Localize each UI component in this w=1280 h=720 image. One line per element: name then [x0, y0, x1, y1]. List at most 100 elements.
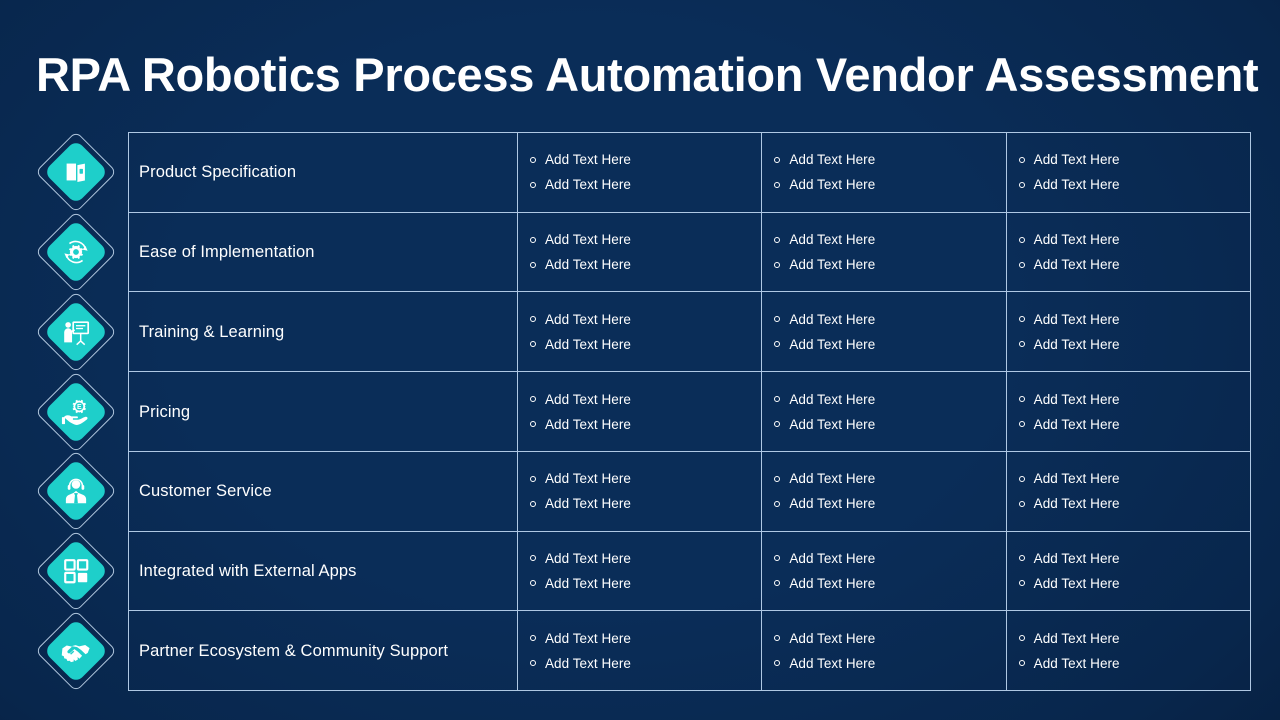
- list-item[interactable]: Add Text Here: [774, 626, 1005, 651]
- list-item[interactable]: Add Text Here: [774, 252, 1005, 277]
- list-item[interactable]: Add Text Here: [1018, 172, 1250, 197]
- placeholder-text: Add Text Here: [1033, 550, 1120, 566]
- vendor-cell-r5-c3[interactable]: Add Text Here Add Text Here: [1007, 452, 1250, 531]
- vendor-cell-r5-c2[interactable]: Add Text Here Add Text Here: [762, 451, 1007, 531]
- bullet-circle-icon: [530, 475, 536, 482]
- vendor-cell-r4-c2[interactable]: Add Text Here Add Text Here: [762, 372, 1007, 451]
- list-item[interactable]: Add Text Here: [1018, 227, 1250, 252]
- table-row: Pricing Add Text Here Add Text Here Add Tex…: [129, 372, 1250, 452]
- placeholder-text: Add Text Here: [789, 152, 876, 168]
- placeholder-text: Add Text Here: [789, 630, 876, 646]
- vendor-cell-r1-c3[interactable]: Add Text Here Add Text Here: [1007, 133, 1250, 212]
- criteria-cell-1[interactable]: Product Specification: [129, 133, 518, 212]
- bullet-circle-icon: [774, 396, 781, 403]
- list-item[interactable]: Add Text Here: [1018, 571, 1250, 596]
- placeholder-text: Add Text Here: [545, 496, 631, 512]
- list-item[interactable]: Add Text Here: [530, 626, 761, 651]
- bullet-circle-icon: [1018, 660, 1025, 667]
- placeholder-text: Add Text Here: [789, 336, 876, 352]
- placeholder-text: Add Text Here: [1033, 416, 1120, 432]
- vendor-cell-r6-c3[interactable]: Add Text Here Add Text Here: [1007, 532, 1250, 611]
- list-item[interactable]: Add Text Here: [530, 412, 761, 437]
- list-item[interactable]: Add Text Here: [1018, 491, 1250, 516]
- vendor-cell-r6-c2[interactable]: Add Text Here Add Text Here: [762, 531, 1007, 611]
- table-row: Training & Learning Add Text Here Add Text…: [129, 292, 1250, 373]
- vendor-cell-r2-c2[interactable]: Add Text Here Add Text Here: [762, 212, 1007, 292]
- bullet-circle-icon: [1018, 316, 1025, 323]
- vendor-cell-r1-c1[interactable]: Add Text Here Add Text Here: [518, 133, 763, 212]
- placeholder-text: Add Text Here: [545, 232, 631, 248]
- category-icon-7: [34, 610, 118, 693]
- vendor-cell-r4-c3[interactable]: Add Text Here Add Text Here: [1007, 372, 1250, 451]
- list-item[interactable]: Add Text Here: [530, 651, 761, 676]
- product-box-icon: [59, 155, 93, 189]
- vendor-cell-r1-c2[interactable]: Add Text Here Add Text Here: [762, 133, 1007, 212]
- list-item[interactable]: Add Text Here: [1018, 307, 1250, 332]
- list-item[interactable]: Add Text Here: [774, 546, 1005, 571]
- table-row: Ease of Implementation Add Text Here Add T…: [129, 212, 1250, 293]
- list-item[interactable]: Add Text Here: [1018, 387, 1250, 412]
- list-item[interactable]: Add Text Here: [530, 227, 761, 252]
- vendor-cell-r7-c3[interactable]: Add Text Here Add Text Here: [1007, 611, 1250, 690]
- bullet-circle-icon: [774, 660, 781, 667]
- bullet-circle-icon: [1018, 475, 1025, 482]
- list-item[interactable]: Add Text Here: [774, 147, 1005, 172]
- vendor-cell-r2-c1[interactable]: Add Text Here Add Text Here: [518, 212, 763, 292]
- category-icon-rail: E: [34, 130, 118, 693]
- list-item[interactable]: Add Text Here: [530, 307, 761, 332]
- vendor-cell-r6-c1[interactable]: Add Text Here Add Text Here: [518, 531, 763, 611]
- list-item[interactable]: Add Text Here: [1018, 626, 1250, 651]
- category-icon-6: [34, 530, 118, 613]
- list-item[interactable]: Add Text Here: [774, 491, 1005, 516]
- list-item[interactable]: Add Text Here: [1018, 147, 1250, 172]
- list-item[interactable]: Add Text Here: [530, 546, 761, 571]
- list-item[interactable]: Add Text Here: [1018, 651, 1250, 676]
- criteria-cell-5[interactable]: Customer Service: [129, 451, 518, 531]
- list-item[interactable]: Add Text Here: [530, 466, 761, 491]
- bullet-circle-icon: [530, 580, 536, 587]
- list-item[interactable]: Add Text Here: [774, 307, 1005, 332]
- list-item[interactable]: Add Text Here: [1018, 412, 1250, 437]
- vendor-cell-r3-c3[interactable]: Add Text Here Add Text Here: [1007, 292, 1250, 371]
- list-item[interactable]: Add Text Here: [1018, 252, 1250, 277]
- placeholder-text: Add Text Here: [1033, 630, 1120, 646]
- list-item[interactable]: Add Text Here: [774, 571, 1005, 596]
- placeholder-text: Add Text Here: [789, 257, 876, 273]
- list-item[interactable]: Add Text Here: [774, 412, 1005, 437]
- bullet-circle-icon: [774, 500, 781, 507]
- bullet-circle-icon: [774, 421, 781, 428]
- placeholder-text: Add Text Here: [1033, 575, 1120, 591]
- bullet-circle-icon: [1018, 341, 1025, 348]
- list-item[interactable]: Add Text Here: [530, 491, 761, 516]
- vendor-cell-r7-c2[interactable]: Add Text Here Add Text Here: [762, 611, 1007, 691]
- vendor-cell-r3-c1[interactable]: Add Text Here Add Text Here: [518, 292, 763, 372]
- criteria-cell-7[interactable]: Partner Ecosystem & Community Support: [129, 611, 518, 691]
- list-item[interactable]: Add Text Here: [530, 387, 761, 412]
- list-item[interactable]: Add Text Here: [530, 571, 761, 596]
- criteria-label: Ease of Implementation: [139, 243, 315, 262]
- list-item[interactable]: Add Text Here: [1018, 332, 1250, 357]
- vendor-cell-r2-c3[interactable]: Add Text Here Add Text Here: [1007, 213, 1250, 292]
- list-item[interactable]: Add Text Here: [1018, 466, 1250, 491]
- placeholder-text: Add Text Here: [545, 336, 631, 352]
- list-item[interactable]: Add Text Here: [774, 332, 1005, 357]
- bullet-circle-icon: [1018, 421, 1025, 428]
- vendor-cell-r4-c1[interactable]: Add Text Here Add Text Here: [518, 372, 763, 451]
- list-item[interactable]: Add Text Here: [774, 387, 1005, 412]
- vendor-cell-r7-c1[interactable]: Add Text Here Add Text Here: [518, 611, 763, 691]
- list-item[interactable]: Add Text Here: [530, 147, 761, 172]
- list-item[interactable]: Add Text Here: [774, 227, 1005, 252]
- list-item[interactable]: Add Text Here: [774, 172, 1005, 197]
- criteria-cell-3[interactable]: Training & Learning: [129, 292, 518, 372]
- vendor-cell-r5-c1[interactable]: Add Text Here Add Text Here: [518, 451, 763, 531]
- list-item[interactable]: Add Text Here: [530, 332, 761, 357]
- list-item[interactable]: Add Text Here: [1018, 546, 1250, 571]
- list-item[interactable]: Add Text Here: [774, 466, 1005, 491]
- criteria-cell-2[interactable]: Ease of Implementation: [129, 212, 518, 292]
- criteria-cell-4[interactable]: Pricing: [129, 372, 518, 451]
- list-item[interactable]: Add Text Here: [530, 252, 761, 277]
- list-item[interactable]: Add Text Here: [530, 172, 761, 197]
- list-item[interactable]: Add Text Here: [774, 651, 1005, 676]
- criteria-cell-6[interactable]: Integrated with External Apps: [129, 531, 518, 611]
- vendor-cell-r3-c2[interactable]: Add Text Here Add Text Here: [762, 292, 1007, 372]
